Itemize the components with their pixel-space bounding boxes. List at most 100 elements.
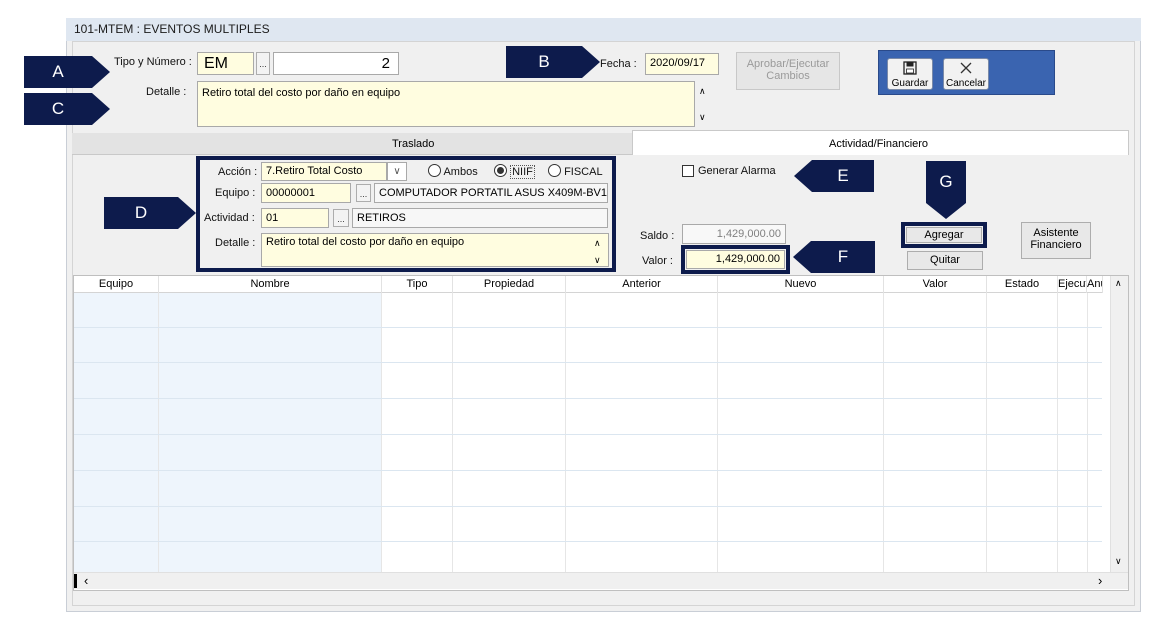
equipo-input[interactable]: 00000001 — [261, 183, 351, 203]
quitar-button[interactable]: Quitar — [907, 251, 983, 270]
chevron-down-icon[interactable]: ∨ — [387, 162, 407, 181]
aprobar-label-line1: Aprobar/Ejecutar — [746, 58, 830, 70]
col-propiedad[interactable]: Propiedad — [453, 276, 566, 293]
callout-c-arrow — [92, 93, 110, 125]
callout-d: D — [104, 197, 178, 229]
horizontal-scrollbar[interactable]: ‹ › — [74, 572, 1128, 589]
x-cross-icon — [960, 62, 972, 74]
callout-b-arrow — [582, 46, 600, 78]
grid-vline — [381, 293, 382, 573]
tab-traslado[interactable]: Traslado — [72, 133, 632, 155]
detalle-textarea[interactable]: Retiro total del costo por daño en equip… — [261, 233, 609, 267]
grid-hline — [74, 506, 1102, 507]
vertical-scrollbar[interactable]: ∧ ∨ — [1110, 276, 1128, 572]
accion-select[interactable]: 7.Retiro Total Costo — [261, 162, 387, 181]
radio-fiscal[interactable]: FISCAL — [548, 164, 603, 178]
col-equipo[interactable]: Equipo — [74, 276, 159, 293]
callout-d-arrow — [178, 197, 196, 229]
tab-actividad-label: Actividad/Financiero — [829, 138, 929, 150]
fecha-input[interactable]: 2020/09/17 — [645, 53, 719, 75]
radio-niif-circle[interactable] — [494, 164, 507, 177]
radio-fiscal-circle[interactable] — [548, 164, 561, 177]
actividad-browse-button[interactable]: ... — [333, 209, 349, 227]
radio-ambos-circle[interactable] — [428, 164, 441, 177]
equipo-descripcion: COMPUTADOR PORTATIL ASUS X409M-BV15 — [374, 183, 608, 203]
window-title: 101-MTEM : EVENTOS MULTIPLES — [74, 22, 270, 36]
chevron-up-icon[interactable]: ∧ — [1115, 278, 1122, 289]
floppy-disk-icon — [903, 61, 917, 75]
guardar-label: Guardar — [891, 78, 929, 89]
radio-niif[interactable]: NIIF — [494, 164, 535, 179]
accion-label: Acción : — [218, 166, 258, 178]
cancelar-label: Cancelar — [945, 78, 987, 89]
callout-g-arrow — [926, 203, 966, 219]
valor-input[interactable]: 1,429,000.00 — [686, 250, 785, 269]
tipo-input[interactable]: EM — [197, 52, 254, 75]
callout-a-arrow — [92, 56, 110, 88]
saldo-input: 1,429,000.00 — [682, 224, 786, 244]
generar-alarma-checkbox[interactable] — [682, 165, 694, 177]
tipo-browse-button[interactable]: ... — [256, 52, 270, 75]
col-estado[interactable]: Estado — [987, 276, 1058, 293]
radio-niif-label: NIIF — [510, 165, 535, 179]
grid-vline — [1087, 293, 1088, 573]
col-tipo[interactable]: Tipo — [382, 276, 453, 293]
grid-col-equipo-bg — [74, 293, 158, 573]
grid-vline — [717, 293, 718, 573]
grid-hline — [74, 470, 1102, 471]
chevron-down-icon[interactable]: ∨ — [1115, 556, 1122, 567]
chevron-up-icon[interactable]: ∧ — [594, 238, 601, 249]
aprobar-label-line2: Cambios — [766, 70, 810, 82]
detalle-text: Retiro total del costo por daño en equip… — [266, 236, 465, 248]
chevron-down-icon[interactable]: ∨ — [594, 255, 601, 266]
asistente-financiero-button[interactable]: Asistente Financiero — [1021, 222, 1091, 259]
grid-vline — [452, 293, 453, 573]
tab-actividad-financiero[interactable]: Actividad/Financiero — [632, 130, 1129, 156]
col-anul[interactable]: Anul — [1087, 276, 1103, 293]
equipo-label: Equipo : — [215, 187, 256, 199]
grid-vline — [883, 293, 884, 573]
tab-traslado-label: Traslado — [392, 138, 435, 150]
grid-hline — [74, 398, 1102, 399]
chevron-up-icon[interactable]: ∧ — [699, 86, 706, 97]
callout-e-arrow — [794, 160, 812, 192]
actividad-input[interactable]: 01 — [261, 208, 329, 228]
valor-label: Valor : — [642, 255, 673, 267]
radio-ambos-label: Ambos — [443, 166, 478, 178]
grid-vline — [986, 293, 987, 573]
fecha-label: Fecha : — [600, 58, 637, 70]
detalle-label: Detalle : — [215, 237, 256, 249]
actividad-label: Actividad : — [204, 212, 255, 224]
guardar-button[interactable]: Guardar — [887, 58, 933, 90]
detalle-header-text: Retiro total del costo por daño en equip… — [202, 87, 401, 99]
tipo-numero-label: Tipo y Número : — [114, 56, 192, 68]
chevron-left-icon[interactable]: ‹ — [84, 573, 88, 588]
saldo-label: Saldo : — [640, 230, 675, 242]
radio-ambos[interactable]: Ambos — [428, 164, 478, 178]
cancelar-button[interactable]: Cancelar — [943, 58, 989, 90]
grid-hline — [74, 541, 1102, 542]
callout-a: A — [24, 56, 92, 88]
equipo-browse-button[interactable]: ... — [356, 184, 371, 202]
callout-e: E — [812, 160, 874, 192]
col-anterior[interactable]: Anterior — [566, 276, 718, 293]
col-valor[interactable]: Valor — [884, 276, 987, 293]
grid-vline — [158, 293, 159, 573]
col-nuevo[interactable]: Nuevo — [718, 276, 884, 293]
grid-hline — [74, 362, 1102, 363]
col-ejecut[interactable]: Ejecut — [1058, 276, 1087, 293]
grid-hline — [74, 327, 1102, 328]
aprobar-ejecutar-button[interactable]: Aprobar/Ejecutar Cambios — [736, 52, 840, 90]
chevron-down-icon[interactable]: ∨ — [699, 112, 706, 123]
grid-vline — [1057, 293, 1058, 573]
numero-input[interactable]: 2 — [273, 52, 399, 75]
callout-b: B — [506, 46, 582, 78]
agregar-button[interactable]: Agregar — [906, 227, 982, 243]
grid-header: Equipo Nombre Tipo Propiedad Anterior Nu… — [74, 276, 1103, 293]
callout-f: F — [811, 241, 875, 273]
chevron-right-icon[interactable]: › — [1098, 573, 1102, 588]
detalle-header-textarea[interactable]: Retiro total del costo por daño en equip… — [197, 81, 695, 127]
asistente-line2: Financiero — [1030, 239, 1082, 251]
col-nombre[interactable]: Nombre — [159, 276, 382, 293]
generar-alarma-label: Generar Alarma — [698, 165, 776, 177]
